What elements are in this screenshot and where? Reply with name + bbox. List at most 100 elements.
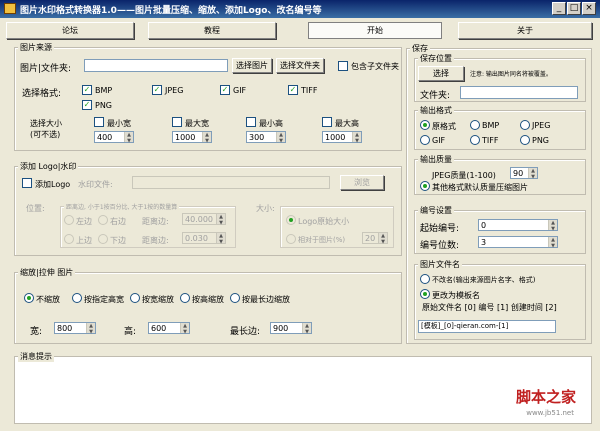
site-url: www.jb51.net: [526, 409, 574, 417]
compress-other-label: 其他格式默认质量压缩图片: [432, 183, 528, 192]
scale-width-radio[interactable]: [130, 293, 140, 303]
max-width-spinner[interactable]: 1000 ▲ ▼: [172, 131, 212, 144]
top-radio[interactable]: [64, 234, 74, 244]
scale-height-radio[interactable]: [180, 293, 190, 303]
original-format-radio[interactable]: [420, 120, 430, 130]
app-icon: [4, 3, 16, 14]
about-button[interactable]: 关于: [458, 22, 592, 39]
format-png-checkbox[interactable]: ✓: [82, 100, 92, 110]
spinner-arrows-icon[interactable]: ▲ ▼: [528, 168, 537, 180]
spinner-arrows-icon[interactable]: ▲ ▼: [86, 323, 95, 335]
browse-button[interactable]: 浏览: [340, 175, 384, 190]
title-bar: 图片水印格式转换器1.0——图片批量压缩、缩放、添加Logo、改名编号等 _ □…: [0, 0, 600, 18]
max-width-checkbox[interactable]: [172, 117, 182, 127]
format-gif-label: GIF: [233, 86, 247, 95]
bmp-format-radio[interactable]: [470, 120, 480, 130]
longest-spinner[interactable]: 900 ▲ ▼: [270, 322, 312, 335]
bottom-label: 下边: [110, 236, 126, 245]
bottom-radio[interactable]: [98, 234, 108, 244]
scale-longest-radio[interactable]: [230, 293, 240, 303]
image-source-label: 图片来源: [18, 42, 54, 53]
jpeg-quality-spinner[interactable]: 90 ▲ ▼: [510, 167, 538, 180]
relative-size-spinner[interactable]: 20 ▲ ▼: [362, 232, 388, 245]
height-value: 600: [151, 324, 167, 333]
relative-size-radio[interactable]: [286, 234, 296, 244]
template-name-radio[interactable]: [420, 289, 430, 299]
min-width-spinner[interactable]: 400 ▲ ▼: [94, 131, 134, 144]
path-input[interactable]: [84, 59, 228, 72]
forum-button[interactable]: 论坛: [6, 22, 134, 39]
max-height-spinner[interactable]: 1000 ▲ ▼: [322, 131, 362, 144]
start-number-spinner[interactable]: 0 ▲ ▼: [478, 219, 558, 232]
format-jpeg-checkbox[interactable]: ✓: [152, 85, 162, 95]
formats-label: 选择格式:: [22, 89, 62, 99]
spinner-arrows-icon[interactable]: ▲ ▼: [548, 237, 557, 249]
min-height-spinner[interactable]: 300 ▲ ▼: [246, 131, 286, 144]
height-spinner[interactable]: 600 ▲ ▼: [148, 322, 190, 335]
compress-other-radio[interactable]: [420, 181, 430, 191]
digits-spinner[interactable]: 3 ▲ ▼: [478, 236, 558, 249]
position-label: 位置:: [26, 204, 45, 213]
left-radio[interactable]: [64, 215, 74, 225]
jpeg-format-radio[interactable]: [520, 120, 530, 130]
logo-watermark-label: 添加 Logo|水印: [18, 161, 79, 172]
close-button[interactable]: ×: [582, 2, 596, 15]
start-button[interactable]: 开始: [308, 22, 442, 39]
margin-v-value: 0.030: [185, 234, 208, 243]
select-output-button[interactable]: 选择: [418, 66, 464, 81]
spinner-arrows-icon[interactable]: ▲ ▼: [352, 132, 361, 144]
spinner-arrows-icon[interactable]: ▲ ▼: [216, 233, 225, 245]
min-height-checkbox[interactable]: [246, 117, 256, 127]
spinner-arrows-icon[interactable]: ▲ ▼: [180, 323, 189, 335]
add-logo-checkbox[interactable]: [22, 178, 32, 188]
select-image-button[interactable]: 选择图片: [232, 58, 272, 73]
minimize-button[interactable]: _: [552, 2, 566, 15]
scale-wh-radio[interactable]: [72, 293, 82, 303]
position-hint: 距离边, 小于1按百分比, 大于1按的数量算: [64, 202, 180, 211]
include-subfolders-checkbox[interactable]: [338, 61, 348, 71]
template-input[interactable]: [模板]_[0]-qieran.com-[1]: [418, 320, 556, 333]
spinner-arrows-icon[interactable]: ▲ ▼: [302, 323, 311, 335]
format-bmp-checkbox[interactable]: ✓: [82, 85, 92, 95]
watermark-file-label: 水印文件:: [78, 180, 113, 189]
jpeg-quality-label: JPEG质量(1-100): [432, 171, 496, 180]
spinner-arrows-icon[interactable]: ▲ ▼: [548, 220, 557, 232]
numbering-label: 编号设置: [418, 205, 454, 216]
keep-name-label: 不改名(输出来源图片名字、格式): [432, 276, 536, 284]
add-logo-label: 添加Logo: [35, 180, 71, 189]
png-format-radio[interactable]: [520, 135, 530, 145]
scale-height-label: 按高缩放: [192, 295, 224, 304]
maximize-button[interactable]: □: [567, 2, 581, 15]
margin-h-spinner[interactable]: 40.000 ▲ ▼: [182, 213, 226, 226]
output-folder-input[interactable]: [460, 86, 578, 99]
max-width-label: 最大宽: [185, 119, 209, 128]
max-height-checkbox[interactable]: [322, 117, 332, 127]
keep-name-radio[interactable]: [420, 274, 430, 284]
original-size-radio[interactable]: [286, 215, 296, 225]
select-folder-button[interactable]: 选择文件夹: [276, 58, 324, 73]
watermark-file-input[interactable]: [132, 176, 330, 189]
spinner-arrows-icon[interactable]: ▲ ▼: [202, 132, 211, 144]
right-label: 右边: [110, 217, 126, 226]
no-scale-radio[interactable]: [24, 293, 34, 303]
left-label: 左边: [76, 217, 92, 226]
right-radio[interactable]: [98, 215, 108, 225]
gif-format-radio[interactable]: [420, 135, 430, 145]
tiff-format-radio[interactable]: [470, 135, 480, 145]
spinner-arrows-icon[interactable]: ▲ ▼: [216, 214, 225, 226]
tutorial-button[interactable]: 教程: [148, 22, 276, 39]
output-folder-label: 文件夹:: [420, 91, 451, 101]
template-name-label: 更改为模板名: [432, 291, 480, 300]
width-spinner[interactable]: 800 ▲ ▼: [54, 322, 96, 335]
format-jpeg-label: JPEG: [165, 86, 184, 95]
spinner-arrows-icon[interactable]: ▲ ▼: [124, 132, 133, 144]
window-title: 图片水印格式转换器1.0——图片批量压缩、缩放、添加Logo、改名编号等: [20, 6, 322, 16]
min-width-checkbox[interactable]: [94, 117, 104, 127]
spinner-arrows-icon[interactable]: ▲ ▼: [378, 233, 387, 245]
format-tiff-checkbox[interactable]: ✓: [288, 85, 298, 95]
message-group: [14, 356, 592, 424]
format-gif-checkbox[interactable]: ✓: [220, 85, 230, 95]
format-png-label: PNG: [95, 101, 113, 110]
spinner-arrows-icon[interactable]: ▲ ▼: [276, 132, 285, 144]
margin-v-spinner[interactable]: 0.030 ▲ ▼: [182, 232, 226, 245]
